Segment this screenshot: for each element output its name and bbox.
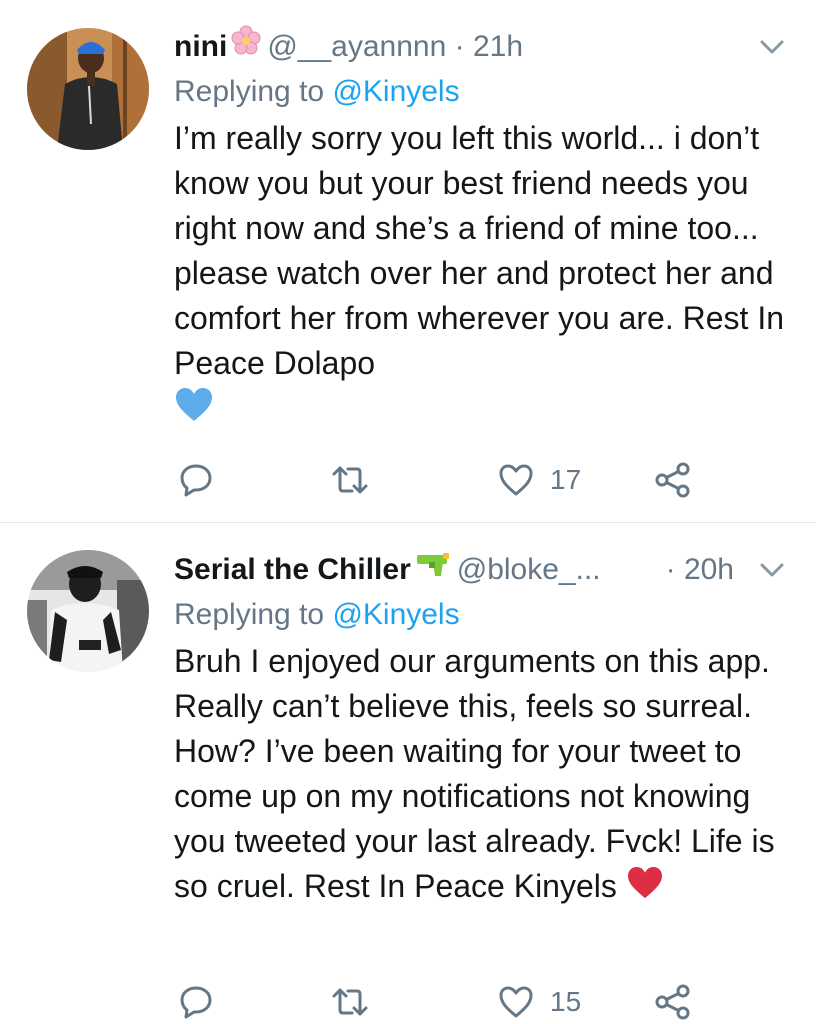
user-handle[interactable]: @bloke_... [457,553,601,586]
retweet-icon [332,988,368,1016]
red-heart-icon [626,866,664,912]
heart-outline-icon [499,464,533,496]
water-pistol-icon [415,548,451,590]
timestamp[interactable]: 20h [684,553,734,586]
heart-outline-icon [499,986,533,1018]
replying-to: Replying to @Kinyels [174,70,786,114]
tweet[interactable]: nini @__ayannnn · 21h Replying to @Kinye… [0,0,816,522]
retweet-button[interactable] [330,460,370,500]
separator-dot: · [665,553,676,586]
reply-icon [180,986,212,1019]
retweet-button[interactable] [330,982,370,1022]
avatar-photo [27,28,149,150]
replying-label: Replying to [174,598,325,631]
tweet-header: Serial the Chiller @bloke_... · 20h [174,549,786,591]
replying-to: Replying to @Kinyels [174,593,786,637]
chevron-down-icon[interactable] [758,36,786,58]
avatar-photo [27,550,149,672]
like-button[interactable]: 17 [498,460,581,500]
replying-to-mention[interactable]: @Kinyels [332,598,459,631]
tweet-text-block: I’m really sorry you left this world... … [174,116,794,435]
share-button[interactable] [654,460,692,500]
timestamp-group: · 20h [666,549,734,591]
reply-icon [180,464,212,497]
share-button[interactable] [654,982,692,1022]
timestamp[interactable]: 21h [473,30,523,63]
avatar[interactable] [27,28,149,150]
reply-button[interactable] [178,982,214,1022]
tweet-actions: 15 [174,982,704,1022]
chevron-down-icon[interactable] [758,559,786,581]
like-count: 15 [550,986,582,1017]
reply-button[interactable] [178,460,214,500]
like-button[interactable]: 15 [498,982,581,1022]
avatar[interactable] [27,550,149,672]
display-name[interactable]: nini [174,30,227,63]
replying-to-mention[interactable]: @Kinyels [332,75,459,108]
user-handle[interactable]: @__ayannnn [267,30,446,63]
display-name[interactable]: Serial the Chiller [174,553,411,586]
tweet-actions: 17 [174,460,704,500]
separator-dot: · [454,30,465,63]
tweet-header: nini @__ayannnn · 21h [174,25,786,68]
tweet-text: Bruh I enjoyed our arguments on this app… [174,643,775,904]
tweet[interactable]: Serial the Chiller @bloke_... · 20h Repl… [0,523,816,1024]
tweet-text: I’m really sorry you left this world... … [174,120,784,381]
cherry-blossom-icon [231,25,261,67]
like-count: 17 [550,464,582,495]
tweet-text-block: Bruh I enjoyed our arguments on this app… [174,639,794,912]
replying-label: Replying to [174,75,325,108]
blue-heart-icon [174,387,214,435]
retweet-icon [332,466,368,494]
share-icon [655,984,690,1020]
share-icon [655,462,690,498]
